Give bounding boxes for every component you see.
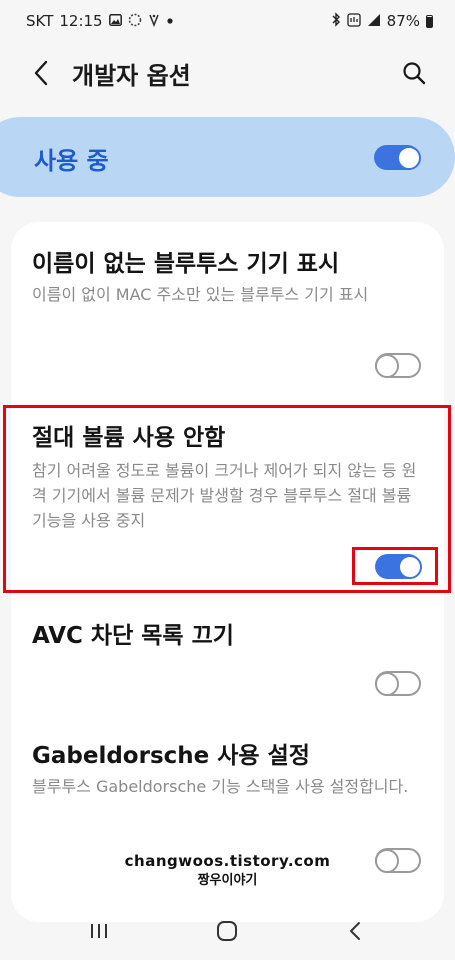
dot-icon: [166, 15, 174, 28]
setting-item-disable-absolute-volume[interactable]: 절대 볼륨 사용 안함 참기 어려울 정도로 볼륨이 크거나 제어가 되지 않는…: [11, 402, 444, 592]
search-icon: [403, 62, 426, 85]
toggle-knob: [375, 671, 399, 696]
battery-icon: [426, 14, 433, 28]
setting-item-unnamed-bt-devices[interactable]: 이름이 없는 블루투스 기기 표시 이름이 없이 MAC 주소만 있는 블루투스…: [11, 222, 444, 402]
status-right: 87%: [331, 12, 433, 30]
setting-title: 이름이 없는 블루투스 기기 표시: [32, 251, 340, 277]
nav-back-button[interactable]: [340, 918, 370, 944]
home-button[interactable]: [212, 918, 242, 944]
master-switch-toggle[interactable]: [374, 145, 421, 170]
signal-icon: [367, 13, 381, 30]
toggle-switch[interactable]: [375, 671, 421, 696]
hotspot-icon: [347, 12, 361, 30]
battery-percent: 87%: [386, 12, 420, 30]
toggle-knob: [375, 353, 399, 378]
recent-apps-button[interactable]: [84, 918, 114, 944]
back-button[interactable]: [26, 58, 56, 88]
status-left: SKT 12:15: [26, 12, 174, 30]
app-bar: 개발자 옵션: [0, 42, 455, 104]
chevron-left-icon: [34, 60, 48, 86]
setting-description: 이름이 없이 MAC 주소만 있는 블루투스 기기 표시: [32, 285, 369, 304]
setting-title: AVC 차단 목록 끄기: [32, 623, 234, 649]
home-icon: [217, 921, 237, 941]
toggle-switch[interactable]: [375, 554, 422, 579]
setting-description: 블루투스 Gabeldorsche 기능 스택을 사용 설정합니다.: [32, 777, 409, 796]
toggle-knob: [398, 554, 422, 579]
setting-title: Gabeldorsche 사용 설정: [32, 743, 310, 769]
recent-apps-icon: [91, 924, 107, 938]
mail-icon: [148, 13, 160, 30]
setting-item-avc-blocklist[interactable]: AVC 차단 목록 끄기: [11, 602, 444, 712]
watermark: changwoos.tistory.com 짱우이야기: [0, 852, 455, 888]
setting-description: 참기 어려울 정도로 볼륨이 크거나 제어가 되지 않는 등 원격 기기에서 볼…: [32, 461, 417, 530]
toggle-knob: [397, 145, 421, 170]
watermark-url: changwoos.tistory.com: [124, 852, 331, 870]
master-switch-bar[interactable]: 사용 중: [0, 117, 455, 197]
time-label: 12:15: [59, 12, 103, 30]
loading-icon: [128, 13, 142, 30]
gallery-icon: [108, 13, 122, 29]
search-button[interactable]: [399, 58, 429, 88]
setting-title: 절대 볼륨 사용 안함: [32, 425, 226, 451]
page-title: 개발자 옵션: [72, 62, 191, 90]
navigation-bar: [0, 900, 455, 960]
watermark-name: 짱우이야기: [197, 873, 258, 888]
settings-list: 이름이 없는 블루투스 기기 표시 이름이 없이 MAC 주소만 있는 블루투스…: [11, 222, 444, 922]
master-switch-label: 사용 중: [34, 147, 109, 175]
carrier-label: SKT: [26, 12, 54, 30]
status-bar: SKT 12:15 87%: [0, 0, 455, 42]
bluetooth-icon: [331, 12, 341, 30]
toggle-switch[interactable]: [375, 353, 421, 378]
back-icon: [350, 922, 360, 940]
